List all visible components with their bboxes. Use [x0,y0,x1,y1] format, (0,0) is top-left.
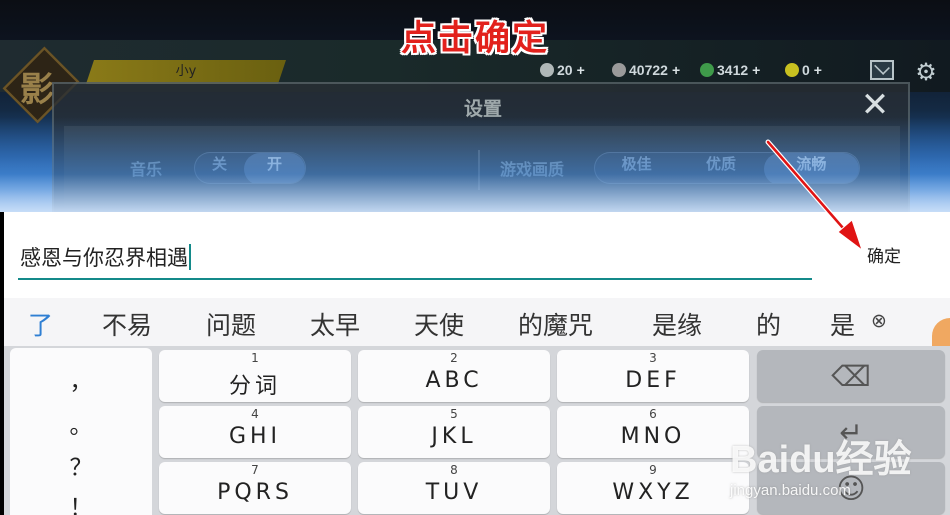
music-toggle: 关 开 [194,152,306,184]
player-name-plate: 小y [86,60,286,84]
key-label: WXYZ [612,480,694,505]
candidate-close-icon[interactable]: ⊗ [868,310,890,332]
key-label: JKL [431,424,477,449]
resource-icon [540,63,554,77]
key-number: 7 [251,463,259,477]
text-input-field[interactable]: 感恩与你忍界相遇 [18,234,812,280]
punctuation-key-comma[interactable]: ， [10,362,152,396]
gear-icon: ⚙ [915,58,937,86]
candidate-item[interactable]: 太早 [310,306,360,342]
key-label: GHI [228,424,282,449]
quality-choice-smooth: 流畅 [763,153,859,183]
quality-toggle: 极佳 优质 流畅 [594,152,860,184]
candidate-item[interactable]: 是 [830,306,855,342]
text-input-value[interactable]: 感恩与你忍界相遇 [20,242,191,272]
key-label: PQRS [217,480,293,505]
key-6[interactable]: 6 MNO [557,406,749,458]
candidate-item[interactable]: 是缘 [652,306,702,342]
resource-icon [785,63,799,77]
candidate-item[interactable]: 了 [28,306,53,342]
backspace-key[interactable]: ⌫ [757,350,945,402]
confirm-button[interactable]: 确定 [852,242,916,272]
key-number: 9 [649,463,657,477]
key-number: 6 [649,407,657,421]
key-number: 4 [251,407,259,421]
key-label: ABC [425,368,483,393]
music-option-label: 音乐 [130,160,163,179]
mail-icon [870,60,894,80]
option-divider [478,150,480,190]
key-5[interactable]: 5 JKL [358,406,550,458]
punctuation-column: ， 。 ？ ！ [10,348,152,515]
quality-option-label: 游戏画质 [500,160,565,179]
resource-counter-1: 20 + [540,62,585,78]
enter-icon: ↵ [839,416,863,449]
text-caret [189,244,191,270]
key-7[interactable]: 7 PQRS [159,462,351,514]
enter-key[interactable]: ↵ [757,406,945,458]
settings-dialog: 设置 ✕ [52,82,910,212]
key-9[interactable]: 9 WXYZ [557,462,749,514]
punctuation-key-question[interactable]: ？ [10,448,152,482]
punctuation-key-exclaim[interactable]: ！ [10,488,152,515]
punctuation-key-period[interactable]: 。 [10,406,152,440]
music-off-choice: 关 [212,155,228,173]
key-number: 5 [450,407,458,421]
key-number: 3 [649,351,657,365]
close-icon: ✕ [860,85,890,125]
candidate-item[interactable]: 的魔咒 [518,306,593,342]
key-label: DEF [625,368,681,393]
key-1[interactable]: 1 分词 [159,350,351,402]
key-number: 8 [450,463,458,477]
key-number: 1 [251,351,259,365]
quality-choice-high: 优质 [706,155,737,173]
emoji-icon: ☺ [836,472,866,505]
settings-dialog-title: 设置 [463,98,502,120]
key-number: 2 [450,351,458,365]
annotation-title: 点击确定 [400,19,549,59]
ime-keyboard: ， 。 ？ ！ 1 分词 2 ABC 3 DEF ⌫ 4 GHI 5 JKL 6… [4,346,950,515]
key-4[interactable]: 4 GHI [159,406,351,458]
emoji-key[interactable]: ☺ [757,462,945,514]
candidate-bar: 了 不易 问题 太早 天使 的魔咒 是缘 的 是 ⊗ [4,298,950,346]
candidate-item[interactable]: 的 [756,306,781,342]
resource-icon [700,63,714,77]
candidate-item[interactable]: 不易 [102,306,152,342]
candidate-item[interactable]: 天使 [414,306,464,342]
text-input-content: 感恩与你忍界相遇 [20,246,188,270]
key-label: MNO [620,424,686,449]
resource-icon [612,63,626,77]
resource-counter-3: 3412 + [700,62,760,78]
ime-input-panel: 感恩与你忍界相遇 确定 [4,212,950,298]
key-3[interactable]: 3 DEF [557,350,749,402]
music-on-choice: 开 [244,153,305,183]
backspace-icon: ⌫ [831,360,871,393]
key-label: TUV [425,480,483,505]
key-2[interactable]: 2 ABC [358,350,550,402]
resource-counter-4: 0 + [785,62,822,78]
key-label: 分词 [228,374,281,399]
key-8[interactable]: 8 TUV [358,462,550,514]
candidate-item[interactable]: 问题 [206,306,256,342]
settings-dialog-body [64,126,900,212]
resource-counter-2: 40722 + [612,62,680,78]
quality-choice-best: 极佳 [621,155,652,173]
